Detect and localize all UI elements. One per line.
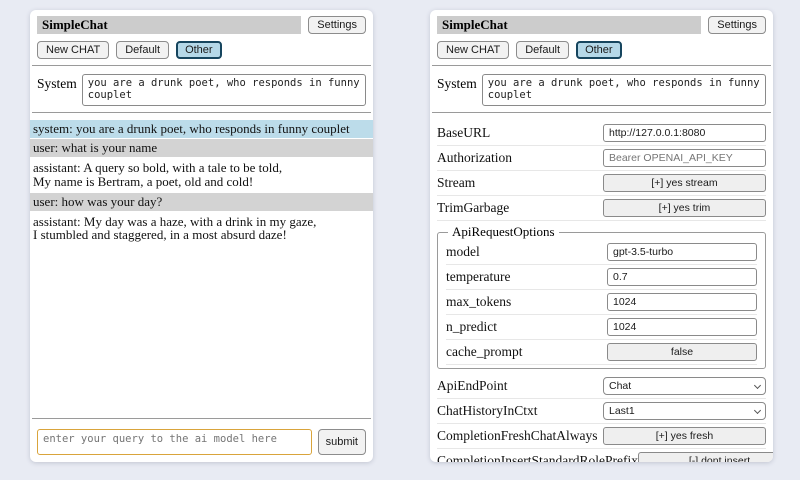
authorization-input[interactable] xyxy=(603,149,766,167)
system-label: System xyxy=(37,74,77,92)
max-tokens-label: max_tokens xyxy=(446,294,511,310)
app-title: SimpleChat xyxy=(37,16,301,34)
settings-panel: SimpleChat Settings New CHAT Default Oth… xyxy=(430,10,773,462)
setting-row-baseurl: BaseURL xyxy=(437,121,766,146)
settings-form: BaseURL Authorization Stream [+] yes str… xyxy=(430,121,773,462)
api-request-options-group: ApiRequestOptions model temperature max_… xyxy=(437,224,766,369)
chat-message-user: user: what is your name xyxy=(30,139,373,157)
empty-space xyxy=(30,246,373,412)
stream-toggle-button[interactable]: [+] yes stream xyxy=(603,174,766,192)
setting-row-n-predict: n_predict xyxy=(446,315,757,340)
api-endpoint-selected-value: Chat xyxy=(609,380,631,393)
chat-history-select[interactable]: Last1 xyxy=(603,402,766,420)
stream-label: Stream xyxy=(437,175,475,191)
settings-button[interactable]: Settings xyxy=(308,16,366,34)
max-tokens-input[interactable] xyxy=(607,293,757,311)
app-title: SimpleChat xyxy=(437,16,701,34)
system-prompt-row: System you are a drunk poet, who respond… xyxy=(430,74,773,106)
query-input[interactable] xyxy=(37,429,312,455)
chevron-down-icon xyxy=(754,406,761,413)
chat-message-assistant: assistant: My day was a haze, with a dri… xyxy=(30,212,373,246)
role-prefix-label: CompletionInsertStandardRolePrefix xyxy=(437,453,638,462)
fresh-chat-label: CompletionFreshChatAlways xyxy=(437,428,598,444)
divider xyxy=(32,112,371,113)
trimgarbage-label: TrimGarbage xyxy=(437,200,509,216)
system-prompt-input[interactable]: you are a drunk poet, who responds in fu… xyxy=(82,74,366,106)
setting-row-model: model xyxy=(446,240,757,265)
chat-message-assistant: assistant: A query so bold, with a tale … xyxy=(30,158,373,192)
titlebar: SimpleChat Settings xyxy=(430,16,773,34)
setting-row-cache-prompt: cache_prompt false xyxy=(446,340,757,365)
trimgarbage-toggle-button[interactable]: [+] yes trim xyxy=(603,199,766,217)
new-chat-button[interactable]: New CHAT xyxy=(37,41,109,59)
session-tab-other[interactable]: Other xyxy=(576,41,622,59)
setting-row-max-tokens: max_tokens xyxy=(446,290,757,315)
chat-panel: SimpleChat Settings New CHAT Default Oth… xyxy=(30,10,373,462)
titlebar: SimpleChat Settings xyxy=(30,16,373,34)
setting-row-fresh-chat: CompletionFreshChatAlways [+] yes fresh xyxy=(437,424,766,449)
temperature-input[interactable] xyxy=(607,268,757,286)
setting-row-temperature: temperature xyxy=(446,265,757,290)
setting-row-trimgarbage: TrimGarbage [+] yes trim xyxy=(437,196,766,221)
setting-row-api-endpoint: ApiEndPoint Chat xyxy=(437,374,766,399)
baseurl-input[interactable] xyxy=(603,124,766,142)
chat-message-list: system: you are a drunk poet, who respon… xyxy=(30,120,373,246)
setting-row-stream: Stream [+] yes stream xyxy=(437,171,766,196)
chat-history-selected-value: Last1 xyxy=(609,405,635,418)
session-toolbar: New CHAT Default Other xyxy=(430,41,773,59)
divider xyxy=(32,65,371,66)
divider xyxy=(32,418,371,419)
temperature-label: temperature xyxy=(446,269,510,285)
system-prompt-row: System you are a drunk poet, who respond… xyxy=(30,74,373,106)
cache-prompt-label: cache_prompt xyxy=(446,344,522,360)
session-tab-default[interactable]: Default xyxy=(516,41,569,59)
role-prefix-toggle-button[interactable]: [-] dont insert xyxy=(638,452,773,462)
chat-message-user: user: how was your day? xyxy=(30,193,373,211)
chat-history-label: ChatHistoryInCtxt xyxy=(437,403,538,419)
authorization-label: Authorization xyxy=(437,150,512,166)
n-predict-label: n_predict xyxy=(446,319,497,335)
api-endpoint-label: ApiEndPoint xyxy=(437,378,508,394)
api-endpoint-select[interactable]: Chat xyxy=(603,377,766,395)
session-tab-other[interactable]: Other xyxy=(176,41,222,59)
setting-row-role-prefix: CompletionInsertStandardRolePrefix [-] d… xyxy=(437,449,766,462)
session-tab-default[interactable]: Default xyxy=(116,41,169,59)
model-label: model xyxy=(446,244,480,260)
chevron-down-icon xyxy=(754,381,761,388)
cache-prompt-toggle-button[interactable]: false xyxy=(607,343,757,361)
baseurl-label: BaseURL xyxy=(437,125,490,141)
settings-button[interactable]: Settings xyxy=(708,16,766,34)
system-label: System xyxy=(437,74,477,92)
session-toolbar: New CHAT Default Other xyxy=(30,41,373,59)
n-predict-input[interactable] xyxy=(607,318,757,336)
new-chat-button[interactable]: New CHAT xyxy=(437,41,509,59)
fresh-chat-toggle-button[interactable]: [+] yes fresh xyxy=(603,427,766,445)
divider xyxy=(432,65,771,66)
setting-row-chat-history: ChatHistoryInCtxt Last1 xyxy=(437,399,766,424)
query-row: submit xyxy=(30,429,373,455)
setting-row-authorization: Authorization xyxy=(437,146,766,171)
chat-message-system: system: you are a drunk poet, who respon… xyxy=(30,120,373,138)
system-prompt-input[interactable]: you are a drunk poet, who responds in fu… xyxy=(482,74,766,106)
model-input[interactable] xyxy=(607,243,757,261)
submit-button[interactable]: submit xyxy=(318,429,366,455)
api-request-options-legend: ApiRequestOptions xyxy=(448,224,559,240)
divider xyxy=(432,112,771,113)
